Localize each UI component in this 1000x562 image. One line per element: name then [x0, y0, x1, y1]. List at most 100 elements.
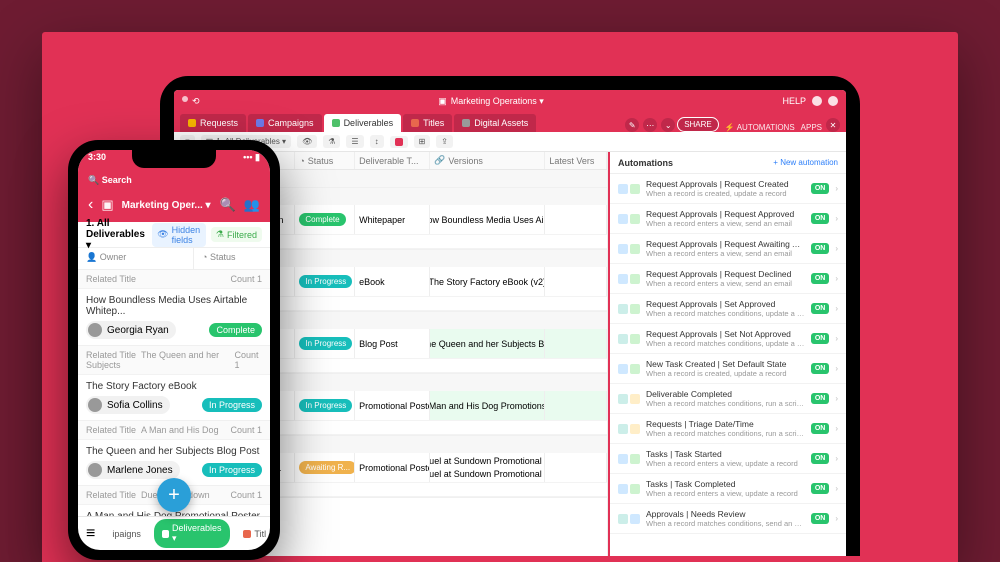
automation-step-icon	[618, 394, 628, 404]
automation-item[interactable]: Request Approvals | Request DeclinedWhen…	[610, 264, 846, 294]
people-icon[interactable]: 👥	[244, 197, 260, 213]
automation-toggle[interactable]: ON	[811, 453, 830, 464]
apps-button[interactable]: APPS	[801, 123, 822, 132]
app-topbar: ⟲ ▣ Marketing Operations ▾ HELP	[174, 90, 846, 112]
chevron-right-icon: ›	[835, 424, 838, 433]
new-automation-button[interactable]: + New automation	[773, 158, 838, 167]
automation-step-icon	[630, 394, 640, 404]
automation-step-icon	[630, 364, 640, 374]
share-button[interactable]: SHARE	[677, 117, 719, 132]
help-link[interactable]: HELP	[782, 96, 806, 106]
automation-item[interactable]: Deliverable CompletedWhen a record match…	[610, 384, 846, 414]
notification-icon[interactable]	[812, 96, 822, 106]
automation-item[interactable]: Request Approvals | Request ApprovedWhen…	[610, 204, 846, 234]
automation-step-icon	[618, 244, 628, 254]
menu-icon[interactable]: ≡	[86, 525, 95, 543]
tab-deliverables[interactable]: Deliverables ▾	[154, 519, 231, 548]
chevron-right-icon: ›	[835, 304, 838, 313]
status-badge: Awaiting R...	[299, 461, 355, 474]
automation-toggle[interactable]: ON	[811, 333, 830, 344]
group-button[interactable]: ☰	[346, 135, 363, 148]
automations-button[interactable]: ⚡AUTOMATIONS	[725, 123, 795, 132]
automation-item[interactable]: Tasks | Task StartedWhen a record enters…	[610, 444, 846, 474]
back-icon[interactable]: ‹	[88, 196, 93, 214]
tab-digital-assets[interactable]: Digital Assets	[454, 114, 536, 132]
phone-notch	[132, 150, 216, 168]
tool-icon[interactable]: ⋯	[643, 118, 657, 132]
chevron-right-icon: ›	[835, 184, 838, 193]
phone-group-header: Related Title The Queen and her Subjects…	[78, 346, 270, 375]
automation-toggle[interactable]: ON	[811, 483, 830, 494]
avatar	[88, 463, 102, 477]
automation-item[interactable]: Approvals | Needs ReviewWhen a record ma…	[610, 504, 846, 534]
fab-add-button[interactable]: +	[157, 478, 191, 512]
view-controls: ≡ ▦ 1. All Deliverables ▾ ☰ ↕ ⊞ ⇪	[174, 132, 846, 152]
automation-step-icon	[618, 214, 628, 224]
bolt-icon: ⚡	[725, 123, 735, 132]
phone-title[interactable]: Marketing Oper... ▾	[122, 200, 212, 211]
hidden-fields-chip[interactable]: 👁Hidden fields	[152, 223, 206, 247]
automation-item[interactable]: Tasks | Task CompletedWhen a record ente…	[610, 474, 846, 504]
automation-step-icon	[618, 334, 628, 344]
window-dot[interactable]	[182, 96, 188, 102]
base-title[interactable]: ▣ Marketing Operations ▾	[438, 96, 544, 107]
status-badge: In Progress	[299, 337, 352, 350]
search-icon[interactable]: 🔍	[220, 197, 236, 213]
automation-toggle[interactable]: ON	[811, 363, 830, 374]
tool-icon[interactable]: ✎	[625, 118, 639, 132]
owner-chip: Marlene Jones	[86, 461, 180, 479]
automation-step-icon	[630, 334, 640, 344]
automation-item[interactable]: Request Approvals | Request Awaiting App…	[610, 234, 846, 264]
owner-chip: Sofia Collins	[86, 396, 170, 414]
automation-toggle[interactable]: ON	[811, 183, 830, 194]
color-swatch	[395, 138, 403, 146]
close-icon[interactable]: ✕	[826, 118, 840, 132]
automation-toggle[interactable]: ON	[811, 303, 830, 314]
search-icon: 🔍	[88, 175, 99, 185]
signal-icon: ••• ▮	[243, 152, 260, 163]
tool-icon[interactable]: ⌄	[661, 118, 675, 132]
automation-item[interactable]: Request Approvals | Set ApprovedWhen a r…	[610, 294, 846, 324]
share-view-button[interactable]: ⇪	[436, 135, 453, 148]
eye-icon: 👁	[157, 229, 168, 240]
record-card[interactable]: The Story Factory eBookSofia CollinsIn P…	[78, 375, 270, 421]
base-icon: ▣	[101, 197, 113, 213]
automations-panel: Automations + New automation Request App…	[608, 152, 846, 556]
view-name[interactable]: 1. All Deliverables ▾	[86, 218, 147, 251]
avatar	[88, 398, 102, 412]
history-icon[interactable]: ⟲	[192, 96, 200, 107]
automation-item[interactable]: Request Approvals | Request CreatedWhen …	[610, 174, 846, 204]
tab-campaigns[interactable]: ipaigns	[104, 525, 149, 543]
filtered-chip[interactable]: ⚗Filtered	[211, 227, 262, 242]
color-button[interactable]	[390, 136, 408, 148]
automation-toggle[interactable]: ON	[811, 213, 830, 224]
sort-button[interactable]: ↕	[370, 135, 384, 148]
row-height-button[interactable]: ⊞	[414, 135, 431, 148]
filter-button[interactable]	[323, 135, 340, 148]
automation-toggle[interactable]: ON	[811, 243, 830, 254]
automation-toggle[interactable]: ON	[811, 423, 830, 434]
phone-header: ‹ ▣ Marketing Oper... ▾ 🔍 👥	[78, 188, 270, 222]
avatar-icon[interactable]	[828, 96, 838, 106]
tab-campaigns[interactable]: Campaigns	[248, 114, 322, 132]
tab-titles[interactable]: Titl	[235, 525, 270, 543]
logo-icon: ▣	[438, 96, 447, 107]
automation-toggle[interactable]: ON	[811, 513, 830, 524]
tab-deliverables[interactable]: Deliverables	[324, 114, 402, 132]
automation-item[interactable]: Requests | Triage Date/TimeWhen a record…	[610, 414, 846, 444]
search-row[interactable]: 🔍 Search	[78, 172, 270, 188]
status-badge: In Progress	[202, 398, 262, 412]
automation-item[interactable]: New Task Created | Set Default StateWhen…	[610, 354, 846, 384]
hide-fields-button[interactable]	[297, 135, 317, 148]
automation-toggle[interactable]: ON	[811, 393, 830, 404]
chevron-right-icon: ›	[835, 364, 838, 373]
automation-item[interactable]: Request Approvals | Set Not ApprovedWhen…	[610, 324, 846, 354]
phone-column-header: 👤 Owner ◔ Status	[78, 248, 270, 270]
tab-requests[interactable]: Requests	[180, 114, 246, 132]
check-icon	[162, 530, 169, 538]
filter-icon: ⚗	[216, 229, 224, 240]
automation-step-icon	[618, 424, 628, 434]
record-card[interactable]: How Boundless Media Uses Airtable Whitep…	[78, 289, 270, 346]
automation-toggle[interactable]: ON	[811, 273, 830, 284]
tab-titles[interactable]: Titles	[403, 114, 452, 132]
